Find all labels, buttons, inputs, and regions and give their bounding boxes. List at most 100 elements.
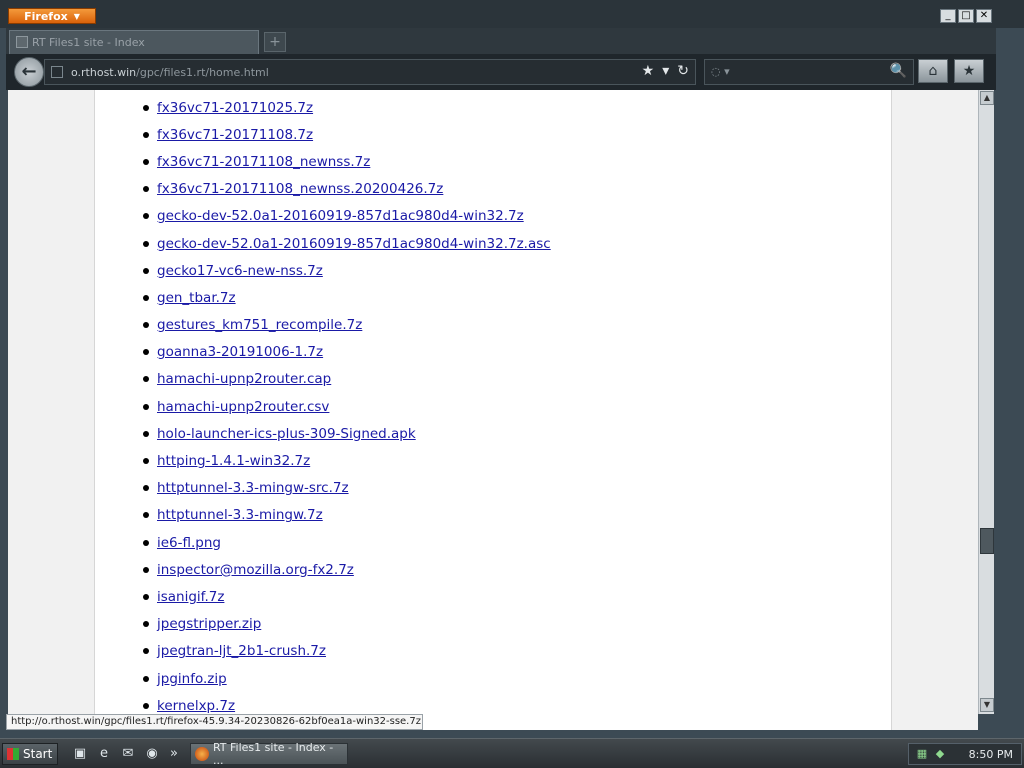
vertical-scrollbar[interactable]: ▲ ▼ — [978, 90, 994, 714]
list-item: fx36vc71-20171108.7z — [143, 121, 551, 148]
reload-icon[interactable]: ↻ — [677, 63, 689, 79]
file-link[interactable]: fx36vc71-20171108_newnss.7z — [157, 154, 370, 170]
file-link[interactable]: ie6-fl.png — [157, 535, 221, 551]
bullet-icon — [143, 648, 149, 655]
maximize-button[interactable]: □ — [958, 9, 974, 23]
back-button[interactable]: ← — [14, 57, 44, 87]
search-engine-icon[interactable]: ◌ ▾ — [711, 65, 730, 78]
list-item: ie6-fl.png — [143, 529, 551, 556]
taskbar-item-label: RT Files1 site - Index - ... — [212, 741, 334, 767]
firefox-icon — [195, 747, 209, 761]
file-link[interactable]: httping-1.4.1-win32.7z — [157, 453, 310, 469]
file-link[interactable]: inspector@mozilla.org-fx2.7z — [157, 562, 354, 578]
file-link[interactable]: isanigif.7z — [157, 589, 224, 605]
system-tray: ▦ ◆ 8:50 PM — [908, 743, 1022, 765]
list-item: jpegtran-ljt_2b1-crush.7z — [143, 638, 551, 665]
scrollbar-thumb[interactable] — [980, 528, 994, 554]
scroll-up-icon[interactable]: ▲ — [980, 91, 994, 105]
tray-app-icon[interactable]: ◆ — [933, 747, 947, 761]
clock[interactable]: 8:50 PM — [969, 748, 1013, 761]
url-host: o.rthost.win — [71, 65, 137, 79]
bullet-icon — [143, 512, 149, 519]
search-bar[interactable]: ◌ ▾ 🔍 — [704, 59, 914, 85]
show-desktop-icon[interactable]: ▣ — [72, 746, 88, 762]
close-button[interactable]: ✕ — [976, 9, 992, 23]
list-item: fx36vc71-20171108_newnss.20200426.7z — [143, 176, 551, 203]
file-link[interactable]: httptunnel-3.3-mingw.7z — [157, 507, 323, 523]
file-link[interactable]: jpegstripper.zip — [157, 616, 261, 632]
new-tab-button[interactable]: + — [264, 32, 286, 52]
file-link[interactable]: fx36vc71-20171025.7z — [157, 100, 313, 116]
bullet-icon — [143, 593, 149, 600]
bullet-icon — [143, 104, 149, 111]
file-link[interactable]: fx36vc71-20171108.7z — [157, 127, 313, 143]
file-link[interactable]: goanna3-20191006-1.7z — [157, 344, 323, 360]
bullet-icon — [143, 376, 149, 383]
tab-rt-files1[interactable]: RT Files1 site - Index — [9, 30, 259, 54]
file-link[interactable]: jpegtran-ljt_2b1-crush.7z — [157, 643, 326, 659]
file-link[interactable]: holo-launcher-ics-plus-309-Signed.apk — [157, 426, 416, 442]
list-item: gestures_km751_recompile.7z — [143, 312, 551, 339]
bullet-icon — [143, 267, 149, 274]
file-link[interactable]: gestures_km751_recompile.7z — [157, 317, 362, 333]
file-link[interactable]: hamachi-upnp2router.csv — [157, 399, 329, 415]
list-item: holo-launcher-ics-plus-309-Signed.apk — [143, 420, 551, 447]
file-link[interactable]: gecko-dev-52.0a1-20160919-857d1ac980d4-w… — [157, 208, 524, 224]
scroll-down-icon[interactable]: ▼ — [980, 698, 994, 712]
chevron-down-icon: ▼ — [73, 11, 80, 21]
page-viewport: fx36vc71-20171025.7z fx36vc71-20171108.7z… — [8, 90, 978, 730]
tab-title: RT Files1 site - Index — [32, 36, 145, 49]
bullet-icon — [143, 485, 149, 492]
bullet-icon — [143, 186, 149, 193]
url-bar[interactable]: o.rthost.win/gpc/files1.rt/home.html ★ ▾… — [44, 59, 696, 85]
list-item: isanigif.7z — [143, 583, 551, 610]
network-icon[interactable]: ▦ — [915, 747, 929, 761]
start-button[interactable]: Start — [2, 743, 58, 765]
site-identity-icon[interactable] — [51, 66, 63, 78]
list-item: jpginfo.zip — [143, 665, 551, 692]
windows-logo-icon — [7, 748, 19, 760]
tab-bar: RT Files1 site - Index + — [6, 28, 996, 54]
bullet-icon — [143, 675, 149, 682]
bullet-icon — [143, 621, 149, 628]
file-link[interactable]: httptunnel-3.3-mingw-src.7z — [157, 480, 349, 496]
media-icon[interactable]: ◉ — [144, 746, 160, 762]
firefox-menu-button[interactable]: Firefox ▼ — [8, 8, 96, 24]
file-link[interactable]: gecko17-vc6-new-nss.7z — [157, 263, 323, 279]
file-link[interactable]: gecko-dev-52.0a1-20160919-857d1ac980d4-w… — [157, 236, 551, 252]
bullet-icon — [143, 322, 149, 329]
bullet-icon — [143, 403, 149, 410]
list-item: fx36vc71-20171108_newnss.7z — [143, 148, 551, 175]
file-list: fx36vc71-20171025.7z fx36vc71-20171108.7z… — [143, 94, 551, 719]
bookmark-star-icon[interactable]: ★ — [642, 63, 655, 79]
file-link[interactable]: kernelxp.7z — [157, 698, 235, 714]
bullet-icon — [143, 430, 149, 437]
taskbar-item-firefox[interactable]: RT Files1 site - Index - ... — [190, 741, 348, 767]
bullet-icon — [143, 240, 149, 247]
url-text: o.rthost.win/gpc/files1.rt/home.html — [71, 66, 269, 79]
file-link[interactable]: gen_tbar.7z — [157, 290, 236, 306]
list-item: httptunnel-3.3-mingw-src.7z — [143, 475, 551, 502]
list-item: gecko-dev-52.0a1-20160919-857d1ac980d4-w… — [143, 203, 551, 230]
quick-launch-more-icon[interactable]: » — [166, 746, 182, 762]
url-path: /gpc/files1.rt/home.html — [136, 65, 269, 79]
firefox-menu-label: Firefox — [24, 9, 68, 23]
home-button[interactable]: ⌂ — [918, 59, 948, 83]
title-bar: Firefox ▼ _ □ ✕ — [0, 0, 1024, 28]
url-dropdown-icon[interactable]: ▾ — [662, 63, 669, 79]
internet-explorer-icon[interactable]: e — [96, 746, 112, 762]
bullet-icon — [143, 566, 149, 573]
outlook-express-icon[interactable]: ✉ — [120, 746, 136, 762]
file-link[interactable]: fx36vc71-20171108_newnss.20200426.7z — [157, 181, 443, 197]
file-link[interactable]: jpginfo.zip — [157, 671, 227, 687]
search-icon[interactable]: 🔍 — [890, 63, 907, 79]
list-item: httping-1.4.1-win32.7z — [143, 447, 551, 474]
list-item: hamachi-upnp2router.cap — [143, 366, 551, 393]
file-link[interactable]: hamachi-upnp2router.cap — [157, 371, 331, 387]
bookmarks-button[interactable]: ★ — [954, 59, 984, 83]
browser-window: Firefox ▼ _ □ ✕ RT Files1 site - Index +… — [0, 0, 1024, 738]
minimize-button[interactable]: _ — [940, 9, 956, 23]
navigation-toolbar: ← o.rthost.win/gpc/files1.rt/home.html ★… — [6, 54, 996, 90]
list-item: gen_tbar.7z — [143, 284, 551, 311]
list-item: fx36vc71-20171025.7z — [143, 94, 551, 121]
